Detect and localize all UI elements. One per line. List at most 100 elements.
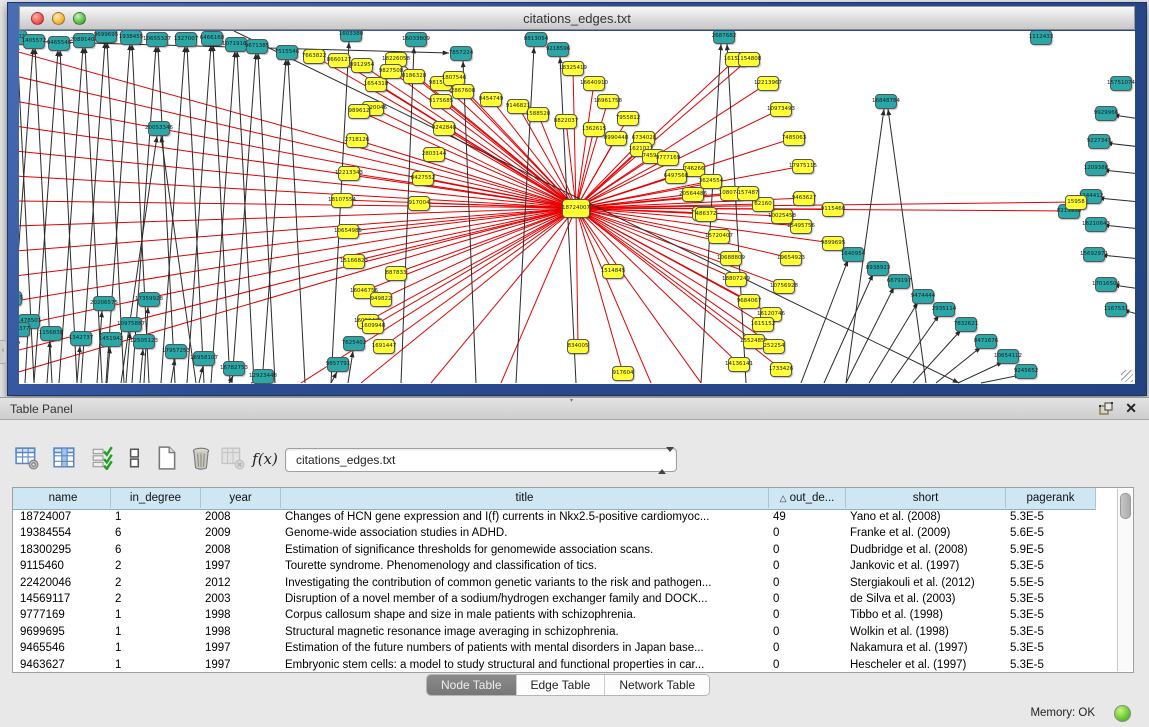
column-header-out_de[interactable]: △out_de... — [769, 488, 846, 508]
table-settings-icon[interactable] — [12, 444, 42, 474]
graph-node[interactable]: 10654985 — [337, 224, 359, 239]
graph-node[interactable]: 3624554 — [700, 174, 722, 189]
graph-node[interactable]: 1112433 — [1030, 31, 1052, 45]
graph-node[interactable]: 20053346 — [148, 121, 170, 136]
graph-node[interactable]: 15751074 — [1110, 76, 1132, 91]
graph-node[interactable]: 10655327 — [146, 32, 168, 47]
graph-node[interactable]: 9218596 — [547, 42, 569, 57]
graph-node[interactable]: 6466160 — [201, 31, 223, 46]
graph-node[interactable]: 9777169 — [657, 151, 679, 166]
graph-node[interactable]: 18325419 — [562, 61, 584, 76]
graph-node[interactable]: 16640910 — [583, 76, 605, 91]
function-builder-icon[interactable]: f(x) — [250, 444, 280, 474]
graph-node[interactable]: 8813054 — [525, 32, 547, 47]
graph-node[interactable]: 917004 — [408, 196, 430, 211]
graph-node[interactable]: 1156838 — [40, 326, 62, 341]
graph-hub-node[interactable]: 18724007 — [562, 199, 590, 218]
table-row[interactable]: 1938455462009Genome-wide association stu… — [13, 525, 1096, 541]
graph-node[interactable]: 15958 — [1065, 195, 1087, 210]
table-row[interactable]: 977716911998Corpus callosum shape and si… — [13, 607, 1096, 623]
graph-node[interactable]: 1691447 — [373, 339, 395, 354]
graph-node[interactable]: 486372 — [695, 207, 717, 222]
graph-node[interactable]: 9671385 — [246, 39, 268, 54]
select-rows-icon[interactable] — [88, 444, 118, 474]
graph-node[interactable]: 6497568 — [665, 169, 687, 184]
row-height-icon[interactable] — [120, 444, 150, 474]
column-header-name[interactable]: name — [16, 488, 111, 508]
graph-node[interactable]: 391377 — [19, 322, 30, 337]
table-row[interactable]: 1872400712008Changes of HCN gene express… — [13, 509, 1096, 525]
graph-node[interactable]: 1603380 — [340, 31, 362, 42]
graph-node[interactable]: 9227343 — [1088, 134, 1110, 149]
tab-network-table[interactable]: Network Table — [605, 675, 709, 695]
delete-table-icon-disabled[interactable] — [218, 444, 248, 474]
graph-node[interactable]: 20891406 — [73, 33, 95, 48]
table-row[interactable]: 946362711997Embryonic stem cells: a mode… — [13, 657, 1096, 673]
graph-node[interactable]: 1609948 — [362, 319, 384, 334]
graph-node[interactable]: 18807249 — [725, 272, 747, 287]
graph-node[interactable]: 1327007 — [175, 32, 197, 47]
graph-node[interactable]: 8471676 — [975, 334, 997, 349]
graph-node[interactable]: 7515546 — [276, 45, 298, 60]
graph-node[interactable]: 12505123 — [133, 334, 155, 349]
table-row[interactable]: 911546021997Tourette syndrome. Phenomeno… — [13, 558, 1096, 574]
graph-node[interactable]: 9699695 — [95, 31, 117, 43]
graph-node[interactable]: 12923448 — [252, 369, 274, 384]
column-header-year[interactable]: year — [201, 488, 281, 508]
graph-node[interactable]: 9929966 — [1095, 106, 1117, 121]
graph-node[interactable]: 1342737 — [70, 331, 92, 346]
table-selector-dropdown[interactable]: citations_edges.txt — [285, 448, 677, 472]
table-row[interactable]: 1456911722003Disruption of a novel membe… — [13, 591, 1096, 607]
graph-node[interactable]: 15720407 — [708, 229, 730, 244]
graph-node[interactable]: 8186328 — [403, 69, 425, 84]
graph-node[interactable]: 6679197 — [888, 274, 910, 289]
table-vertical-scrollbar[interactable] — [1117, 489, 1132, 671]
graph-node[interactable]: 7832621 — [955, 317, 977, 332]
column-header-in_degree[interactable]: in_degree — [111, 488, 201, 508]
network-window-titlebar[interactable]: citations_edges.txt — [19, 6, 1135, 30]
delete-trash-icon[interactable] — [186, 444, 216, 474]
graph-node[interactable]: 7857224 — [450, 46, 472, 61]
graph-node[interactable]: 989612 — [348, 104, 370, 119]
graph-node[interactable]: 7663822 — [303, 49, 325, 64]
graph-node[interactable]: 10973493 — [770, 102, 792, 117]
graph-node[interactable]: 9474444 — [912, 289, 934, 304]
graph-node[interactable]: 834005 — [567, 339, 589, 354]
column-header-title[interactable]: title — [281, 488, 769, 508]
graph-node[interactable]: 8427552 — [412, 171, 434, 186]
new-table-icon[interactable] — [152, 444, 182, 474]
graph-node[interactable]: 10975887 — [120, 317, 142, 332]
graph-node[interactable]: 19654923 — [780, 251, 802, 266]
graph-node[interactable]: 9857791 — [327, 357, 349, 372]
window-resize-grip[interactable] — [1121, 370, 1133, 382]
graph-node[interactable]: 917604 — [612, 366, 634, 381]
graph-node[interactable]: 10654112 — [997, 349, 1019, 364]
tab-edge-table[interactable]: Edge Table — [517, 675, 606, 695]
graph-node[interactable]: 9463627 — [793, 191, 815, 206]
graph-node[interactable]: 16958107 — [193, 351, 215, 366]
graph-node[interactable]: 2935114 — [933, 302, 955, 317]
graph-node[interactable]: 8822037 — [555, 114, 577, 129]
graph-node[interactable]: 1167531 — [1105, 302, 1127, 317]
table-row[interactable]: 1830029562008Estimation of significance … — [13, 542, 1096, 558]
graph-node[interactable]: 8660127 — [328, 53, 350, 68]
graph-node[interactable]: 9245652 — [1015, 364, 1037, 379]
graph-node[interactable]: 1362615 — [583, 122, 605, 137]
graph-node[interactable]: 8990448 — [605, 131, 627, 146]
graph-node[interactable]: 7955812 — [617, 111, 639, 126]
graph-node[interactable]: 1654318 — [365, 77, 387, 92]
graph-node[interactable]: 16961758 — [597, 94, 619, 109]
graph-node[interactable]: 1733426 — [770, 362, 792, 377]
graph-node[interactable]: 887833 — [385, 266, 407, 281]
graph-node[interactable]: 2718126 — [346, 133, 368, 148]
graph-node[interactable]: 9242848 — [433, 121, 455, 136]
graph-node[interactable]: 7485063 — [783, 131, 805, 146]
graph-node[interactable]: 14136141 — [728, 357, 750, 372]
graph-node[interactable]: 9899695 — [822, 236, 844, 251]
graph-node[interactable]: 1938455 — [120, 31, 142, 45]
graph-node[interactable]: 10025458 — [771, 209, 793, 224]
graph-node[interactable]: 3175685 — [430, 94, 452, 109]
panel-splitter-handle[interactable]: ▾ — [570, 397, 573, 404]
tab-node-table[interactable]: Node Table — [427, 675, 517, 695]
graph-node[interactable]: 2520655 — [19, 291, 22, 306]
